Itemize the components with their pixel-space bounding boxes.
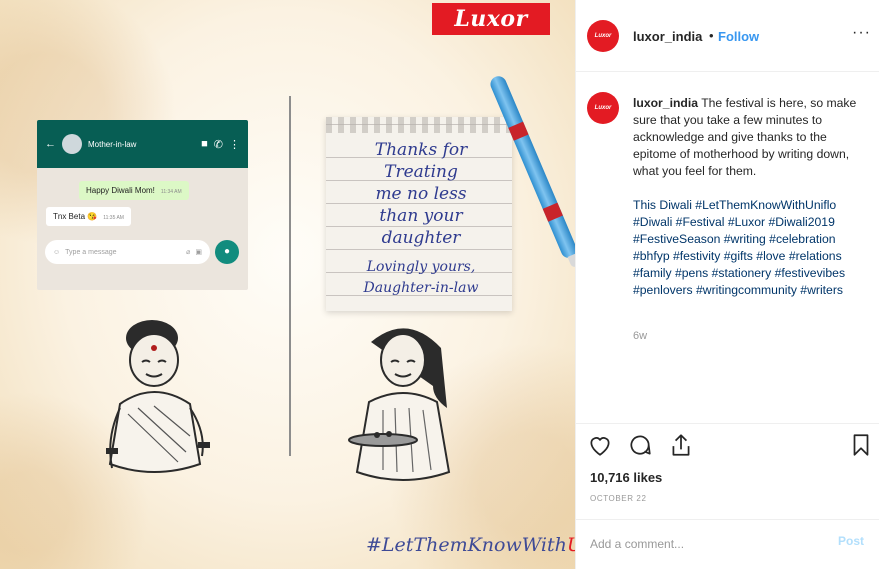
- follow-button[interactable]: Follow: [718, 29, 759, 44]
- heart-icon[interactable]: [587, 432, 613, 458]
- back-arrow-icon: ←: [45, 138, 56, 150]
- brand-logo: Luxor: [432, 3, 550, 35]
- post-image[interactable]: Luxor ← Mother-in-law ■ ✆ ⋮ Happy Diwali…: [0, 0, 575, 569]
- caption-timestamp[interactable]: 6w: [633, 330, 647, 342]
- received-message-bubble: Tnx Beta 😘 11:35 AM: [46, 207, 131, 226]
- chat-input-mock: ☺ Type a message ⌀ ▣: [45, 240, 210, 264]
- ellipsis-icon[interactable]: ···: [852, 24, 871, 42]
- note-signature-line: Daughter-in-law: [363, 280, 479, 296]
- video-call-icon: ■: [201, 138, 208, 150]
- chat-mockup: ← Mother-in-law ■ ✆ ⋮ Happy Diwali Mom! 1…: [37, 120, 248, 290]
- campaign-hashtag: #LetThemKnowWithUniflo: [366, 534, 575, 556]
- sent-message-time: 11:34 AM: [160, 189, 182, 195]
- comment-input[interactable]: [590, 534, 810, 554]
- daughter-in-law-illustration: [348, 328, 451, 481]
- attach-icon: ⌀: [186, 249, 191, 256]
- sent-message-text: Happy Diwali Mom!: [86, 186, 155, 195]
- caption-avatar[interactable]: Luxor: [587, 92, 619, 124]
- share-icon[interactable]: [668, 432, 694, 458]
- camera-icon: ▣: [195, 249, 202, 256]
- note-paper: Thanks for Treating me no less than your…: [326, 117, 512, 311]
- header-separator: •: [709, 28, 714, 43]
- note-line: Treating: [384, 162, 458, 182]
- post-caption: luxor_india The festival is here, so mak…: [633, 95, 873, 316]
- note-line: daughter: [381, 228, 461, 248]
- post-header: Luxor luxor_india • Follow ···: [576, 0, 879, 72]
- comment-icon[interactable]: [627, 432, 653, 458]
- caption-username-link[interactable]: luxor_india: [633, 96, 698, 110]
- mic-icon: ●: [215, 240, 239, 264]
- profile-avatar[interactable]: Luxor: [587, 20, 619, 52]
- emoji-icon: ☺: [53, 248, 61, 256]
- pen-tip: [567, 253, 575, 269]
- received-message-text: Tnx Beta 😘: [53, 212, 98, 221]
- note-line: Thanks for: [374, 140, 468, 160]
- note-line: than your: [379, 206, 463, 226]
- header-username-link[interactable]: luxor_india: [633, 29, 702, 44]
- contact-name: Mother-in-law: [88, 139, 137, 149]
- center-divider: [289, 96, 291, 456]
- note-message: Thanks for Treating me no less than your…: [336, 139, 506, 249]
- sent-message-bubble: Happy Diwali Mom! 11:34 AM: [79, 181, 189, 200]
- note-signature: Lovingly yours, Daughter-in-law: [336, 257, 506, 299]
- campaign-hashtag-main: #LetThemKnowWith: [366, 534, 567, 556]
- note-signature-line: Lovingly yours,: [366, 259, 476, 275]
- campaign-hashtag-accent: Uniflo: [567, 534, 575, 556]
- actions-bar: [576, 423, 879, 467]
- post-panel: Luxor luxor_india • Follow ··· Luxor lux…: [575, 0, 879, 569]
- comment-bar: Post: [576, 519, 879, 569]
- mother-in-law-illustration: [106, 320, 210, 473]
- phone-icon: ✆: [213, 138, 223, 151]
- pen-band: [542, 202, 563, 222]
- chat-header: ← Mother-in-law ■ ✆ ⋮: [37, 120, 248, 168]
- caption-hashtags[interactable]: This Diwali #LetThemKnowWithUniflo #Diwa…: [633, 197, 873, 299]
- likes-count[interactable]: 10,716 likes: [590, 470, 662, 485]
- post-comment-button[interactable]: Post: [838, 534, 864, 548]
- menu-dots-icon: ⋮: [229, 138, 240, 151]
- contact-avatar: [62, 134, 82, 154]
- received-message-time: 11:35 AM: [103, 215, 124, 221]
- chat-input-placeholder: Type a message: [65, 248, 117, 256]
- note-line: me no less: [375, 184, 467, 204]
- bookmark-icon[interactable]: [848, 432, 874, 458]
- post-date[interactable]: OCTOBER 22: [590, 494, 647, 503]
